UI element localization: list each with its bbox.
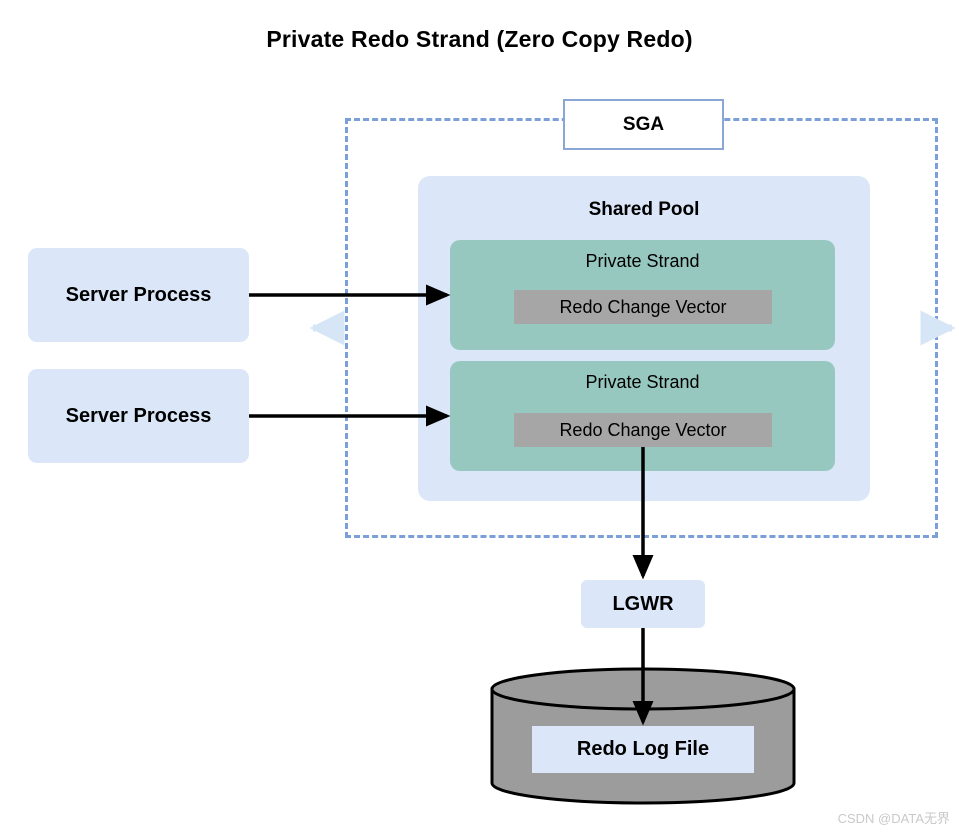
server-process-box-2: Server Process <box>28 369 249 463</box>
server-process-box-1: Server Process <box>28 248 249 342</box>
cylinder-top-ellipse <box>490 667 796 711</box>
page-title: Private Redo Strand (Zero Copy Redo) <box>266 26 693 52</box>
sga-label: SGA <box>622 113 665 135</box>
sga-label-box: SGA <box>563 99 724 150</box>
private-strand-label-1: Private Strand <box>585 251 700 271</box>
redo-change-vector-label-2: Redo Change Vector <box>559 419 727 440</box>
redo-change-vector-box-2: Redo Change Vector <box>514 413 772 447</box>
redo-change-vector-label-1: Redo Change Vector <box>559 296 727 317</box>
private-strand-label-2: Private Strand <box>585 372 700 392</box>
redo-change-vector-box-1: Redo Change Vector <box>514 290 772 324</box>
diagram-canvas: Private Redo Strand (Zero Copy Redo) SGA… <box>0 0 959 836</box>
redo-log-file-label: Redo Log File <box>576 738 710 760</box>
watermark: CSDN @DATA无界 <box>837 811 950 826</box>
shared-pool-label: Shared Pool <box>588 199 700 220</box>
server-process-label-2: Server Process <box>65 404 212 427</box>
redo-log-file-label-box: Redo Log File <box>532 726 754 773</box>
lgwr-label: LGWR <box>612 592 674 615</box>
server-process-label-1: Server Process <box>65 283 212 306</box>
lgwr-box: LGWR <box>581 580 705 628</box>
